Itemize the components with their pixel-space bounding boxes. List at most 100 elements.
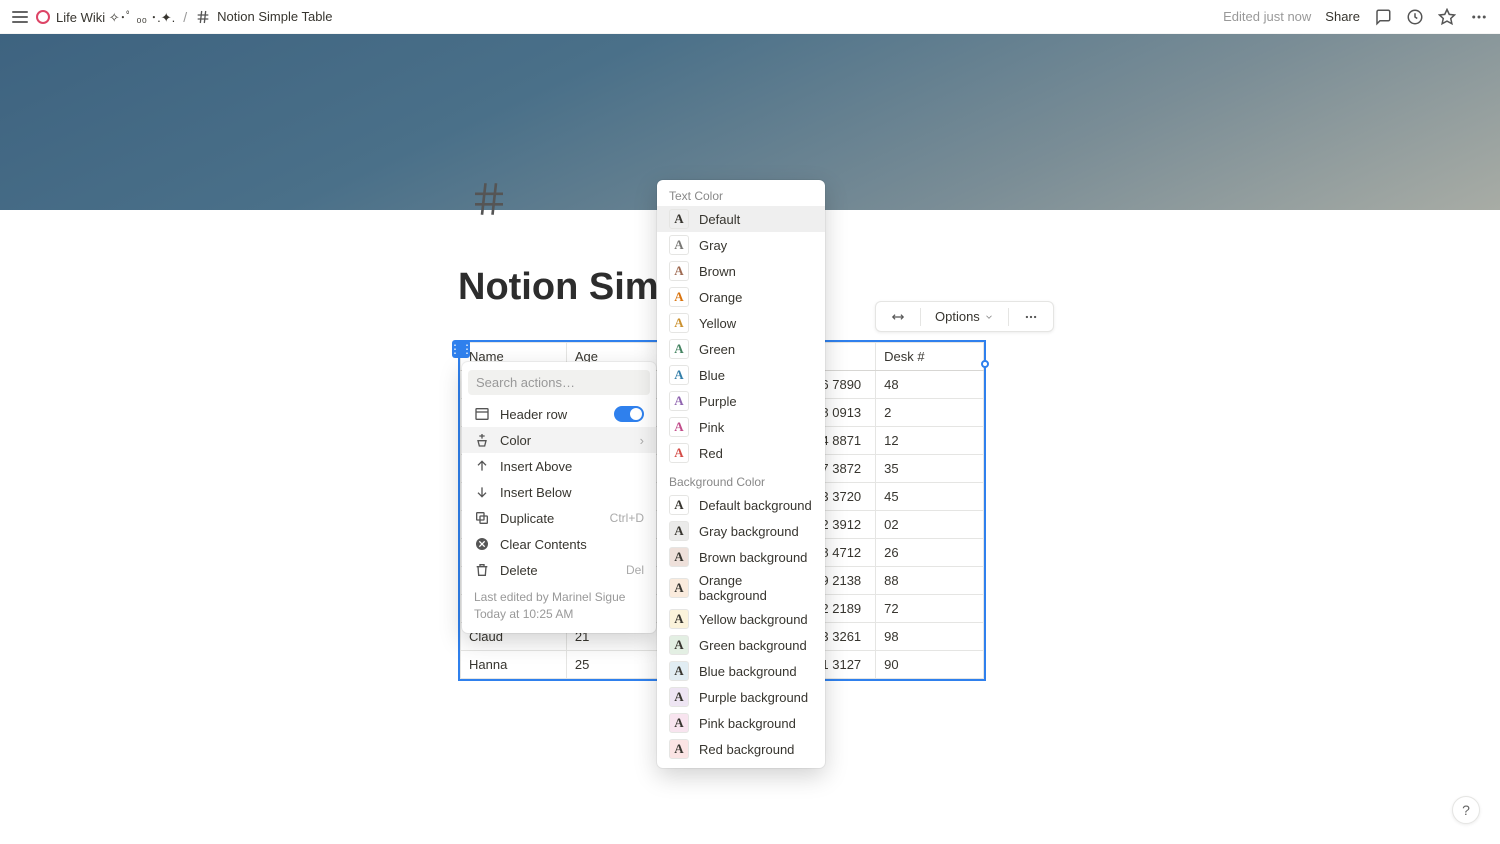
edited-status: Edited just now	[1223, 9, 1311, 24]
menu-color[interactable]: Color ›	[462, 427, 656, 453]
color-swatch-icon: A	[669, 443, 689, 463]
menu-label: Insert Below	[500, 485, 572, 500]
color-swatch-icon: A	[669, 261, 689, 281]
breadcrumb-page-label: Notion Simple Table	[217, 9, 332, 24]
bg-color-option[interactable]: ARed background	[657, 736, 825, 762]
menu-label: Duplicate	[500, 511, 554, 526]
updates-icon[interactable]	[1406, 8, 1424, 26]
header-row-icon	[474, 406, 490, 422]
table-options-toolbar: Options	[875, 301, 1054, 332]
paint-icon	[474, 432, 490, 448]
favorite-icon[interactable]	[1438, 8, 1456, 26]
row-context-menu: Search actions… Header row Color › Inser…	[462, 362, 656, 633]
table-cell[interactable]: 48	[876, 371, 984, 399]
bg-color-option[interactable]: ADefault background	[657, 492, 825, 518]
breadcrumb-root[interactable]: Life Wiki ✧･ﾟ ₀₀ ･.✦.	[36, 7, 175, 26]
color-name: Orange	[699, 290, 742, 305]
shortcut-hint: Del	[626, 563, 644, 577]
more-icon[interactable]	[1470, 8, 1488, 26]
bg-color-option[interactable]: AGray background	[657, 518, 825, 544]
color-submenu: Text Color ADefaultAGrayABrownAOrangeAYe…	[657, 180, 825, 768]
text-color-option[interactable]: ARed	[657, 440, 825, 466]
color-swatch-icon: A	[669, 635, 689, 655]
table-cell[interactable]: 12	[876, 427, 984, 455]
last-edited-by: Last edited by Marinel Sigue	[474, 589, 644, 606]
text-color-option[interactable]: A Orange	[657, 284, 825, 310]
color-name: Green	[699, 342, 735, 357]
color-swatch-icon: A	[669, 287, 689, 307]
bg-color-option[interactable]: AOrange background	[657, 570, 825, 606]
color-name: Purple	[699, 394, 737, 409]
bg-color-option[interactable]: APurple background	[657, 684, 825, 710]
bg-color-option[interactable]: ABlue background	[657, 658, 825, 684]
text-color-option[interactable]: A Green	[657, 336, 825, 362]
color-swatch-icon: A	[669, 365, 689, 385]
sidebar-toggle-icon[interactable]	[12, 10, 28, 24]
table-cell[interactable]: 88	[876, 567, 984, 595]
table-cell[interactable]: 45	[876, 483, 984, 511]
menu-clear-contents[interactable]: Clear Contents	[462, 531, 656, 557]
table-cell[interactable]: 02	[876, 511, 984, 539]
menu-delete[interactable]: Delete Del	[462, 557, 656, 583]
menu-insert-below[interactable]: Insert Below	[462, 479, 656, 505]
breadcrumb-page[interactable]: Notion Simple Table	[195, 9, 332, 25]
text-color-option[interactable]: AGray	[657, 232, 825, 258]
search-actions-input[interactable]: Search actions…	[468, 370, 650, 395]
text-color-option[interactable]: AYellow	[657, 310, 825, 336]
color-name: Pink background	[699, 716, 796, 731]
bg-color-option[interactable]: AYellow background	[657, 606, 825, 632]
bg-color-option[interactable]: A Pink background	[657, 710, 825, 736]
text-color-option[interactable]: APurple	[657, 388, 825, 414]
topbar: Life Wiki ✧･ﾟ ₀₀ ･.✦. / Notion Simple Ta…	[0, 0, 1500, 34]
color-swatch-icon: A	[669, 739, 689, 759]
table-cell[interactable]: 25	[566, 651, 670, 679]
table-cell[interactable]: 72	[876, 595, 984, 623]
color-swatch-icon: A	[669, 609, 689, 629]
color-swatch-icon: A	[669, 339, 689, 359]
table-resize-handle[interactable]	[981, 360, 989, 368]
duplicate-icon	[474, 510, 490, 526]
options-button[interactable]: Options	[927, 306, 1002, 327]
color-name: Orange background	[699, 573, 813, 603]
menu-label: Color	[500, 433, 531, 448]
hash-icon	[195, 9, 211, 25]
last-edited-time: Today at 10:25 AM	[474, 606, 644, 623]
menu-label: Clear Contents	[500, 537, 587, 552]
menu-insert-above[interactable]: Insert Above	[462, 453, 656, 479]
share-button[interactable]: Share	[1325, 9, 1360, 24]
table-cell[interactable]: Hanna	[461, 651, 567, 679]
color-swatch-icon: A	[669, 417, 689, 437]
table-cell[interactable]: 2	[876, 399, 984, 427]
text-color-option[interactable]: APink	[657, 414, 825, 440]
color-swatch-icon: A	[669, 713, 689, 733]
breadcrumb-root-label: Life Wiki ✧･ﾟ ₀₀ ･.✦.	[56, 7, 175, 26]
header-row-toggle[interactable]	[614, 406, 644, 422]
color-name: Default background	[699, 498, 812, 513]
menu-duplicate[interactable]: Duplicate Ctrl+D	[462, 505, 656, 531]
text-color-option[interactable]: ABrown	[657, 258, 825, 284]
bg-color-option[interactable]: A Green background	[657, 632, 825, 658]
table-cell[interactable]: 35	[876, 455, 984, 483]
page-icon-hash[interactable]	[468, 178, 510, 220]
comments-icon[interactable]	[1374, 8, 1392, 26]
text-color-option[interactable]: ABlue	[657, 362, 825, 388]
color-name: Yellow	[699, 316, 736, 331]
table-more-button[interactable]	[1015, 307, 1047, 327]
arrow-up-icon	[474, 458, 490, 474]
arrow-down-icon	[474, 484, 490, 500]
bg-color-section-label: Background Color	[657, 472, 825, 492]
help-button[interactable]: ?	[1452, 796, 1480, 824]
fit-width-button[interactable]	[882, 307, 914, 327]
table-cell[interactable]: 26	[876, 539, 984, 567]
table-cell[interactable]: 98	[876, 623, 984, 651]
color-swatch-icon: A	[669, 209, 689, 229]
chevron-right-icon: ›	[640, 433, 644, 448]
row-drag-handle[interactable]: ⋮⋮	[452, 340, 470, 358]
table-cell[interactable]: 90	[876, 651, 984, 679]
text-color-option[interactable]: ADefault	[657, 206, 825, 232]
color-name: Green background	[699, 638, 807, 653]
color-name: Gray background	[699, 524, 799, 539]
menu-header-row[interactable]: Header row	[462, 401, 656, 427]
bg-color-option[interactable]: ABrown background	[657, 544, 825, 570]
col-desk[interactable]: Desk #	[876, 343, 984, 371]
